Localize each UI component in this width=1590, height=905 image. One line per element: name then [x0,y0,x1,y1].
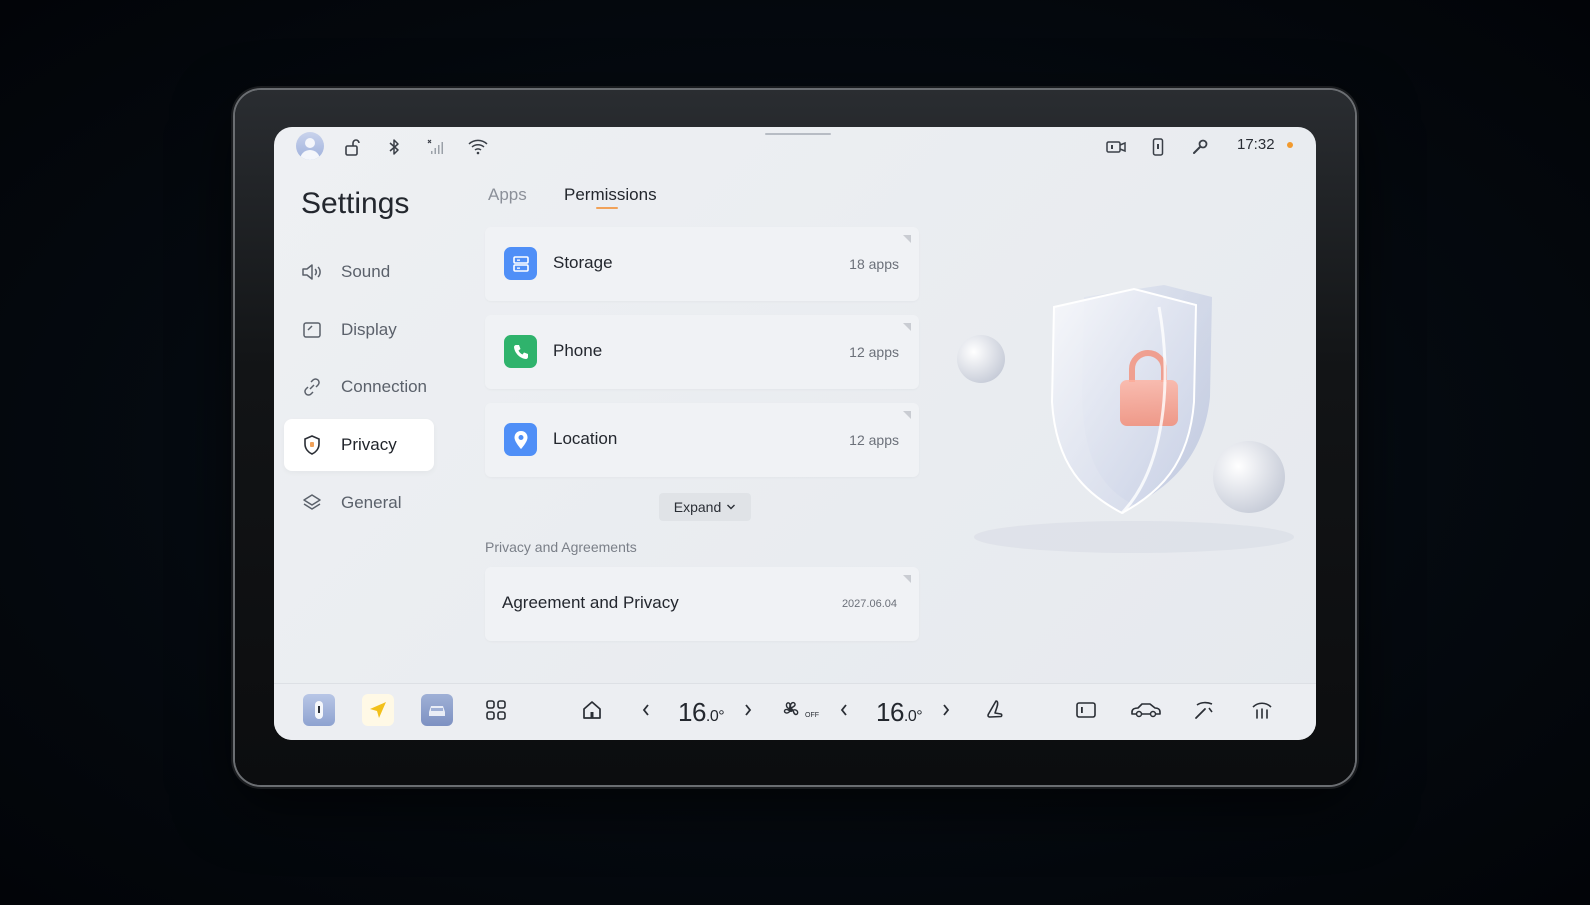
permission-card-storage[interactable]: Storage 18 apps [485,227,919,301]
permission-card-phone[interactable]: Phone 12 apps [485,315,919,389]
sidebar-item-sound[interactable]: Sound [284,246,434,298]
shield-icon [301,434,323,456]
tab-permissions[interactable]: Permissions [564,185,657,205]
rear-screen-icon[interactable] [1070,694,1102,726]
defrost-icon[interactable] [1246,694,1278,726]
sidebar-item-label: Connection [341,377,428,396]
infotainment-screen: 17:32 Settings Sound Display Connection … [274,127,1316,740]
right-temperature: 16.0° [876,697,923,727]
page-title: Settings [301,187,410,220]
agreement-date: 2027.06.04 [841,598,897,610]
chevron-down-icon [727,504,736,510]
chevron-right-icon[interactable] [732,694,764,726]
section-header: Privacy and Agreements [485,539,637,555]
bluetooth-icon[interactable] [382,135,406,159]
user-avatar[interactable] [296,132,324,160]
sidebar-item-label: Sound [341,262,391,281]
permission-app-count: 18 apps [849,256,899,272]
agreement-card[interactable]: Agreement and Privacy 2027.06.04 [485,567,919,641]
permission-app-count: 12 apps [849,344,899,360]
privacy-shield-illustration [957,285,1294,553]
tab-apps[interactable]: Apps [488,185,527,205]
corner-fold [903,575,911,583]
home-icon[interactable] [576,694,608,726]
phone-key-icon[interactable] [1146,135,1170,159]
left-temperature: 16.0° [678,697,725,727]
display-icon [301,319,323,341]
wrench-icon[interactable] [1188,135,1212,159]
storage-icon [504,247,537,280]
corner-fold [903,235,911,243]
sidebar-item-connection[interactable]: Connection [284,361,434,413]
permission-name: Storage [553,253,613,272]
seat-icon[interactable] [978,694,1010,726]
chevron-left-icon[interactable] [828,694,860,726]
status-clock: 17:32 [1237,136,1275,153]
sidebar-item-label: General [341,493,402,512]
wiper-icon[interactable] [1188,694,1220,726]
apps-grid-icon[interactable] [480,694,512,726]
phone-icon [504,335,537,368]
chevron-right-icon[interactable] [930,694,962,726]
location-icon [504,423,537,456]
expand-button[interactable]: Expand [659,493,751,521]
car-key-app-icon[interactable] [303,694,335,726]
active-tab-indicator [596,207,618,209]
sidebar-item-general[interactable]: General [284,477,434,529]
sidebar-item-display[interactable]: Display [284,304,434,356]
sidebar-item-label: Display [341,320,397,339]
notification-dot [1287,142,1293,148]
chevron-left-icon[interactable] [630,694,662,726]
unlock-icon[interactable] [340,135,364,159]
car-app-icon[interactable] [421,694,453,726]
agreement-name: Agreement and Privacy [502,593,679,612]
wifi-icon[interactable] [466,135,490,159]
permission-card-location[interactable]: Location 12 apps [485,403,919,477]
status-bar: 17:32 [274,127,1316,165]
permission-name: Location [553,429,618,448]
car-side-icon[interactable] [1128,694,1164,726]
dashcam-icon[interactable] [1104,135,1128,159]
permission-app-count: 12 apps [849,432,899,448]
signal-icon [424,135,448,159]
corner-fold [903,411,911,419]
sidebar-item-privacy[interactable]: Privacy [284,419,434,471]
fan-state-label: OFF [805,711,819,719]
fan-icon[interactable]: OFF [780,694,820,726]
permission-name: Phone [553,341,603,360]
navigation-app-icon[interactable] [362,694,394,726]
corner-fold [903,323,911,331]
expand-label: Expand [673,499,722,515]
bottom-dock: 16.0° OFF 16.0° [274,683,1316,740]
speaker-icon [301,261,323,283]
sidebar-item-label: Privacy [341,435,397,454]
layers-icon [301,492,323,514]
link-icon [301,376,323,398]
